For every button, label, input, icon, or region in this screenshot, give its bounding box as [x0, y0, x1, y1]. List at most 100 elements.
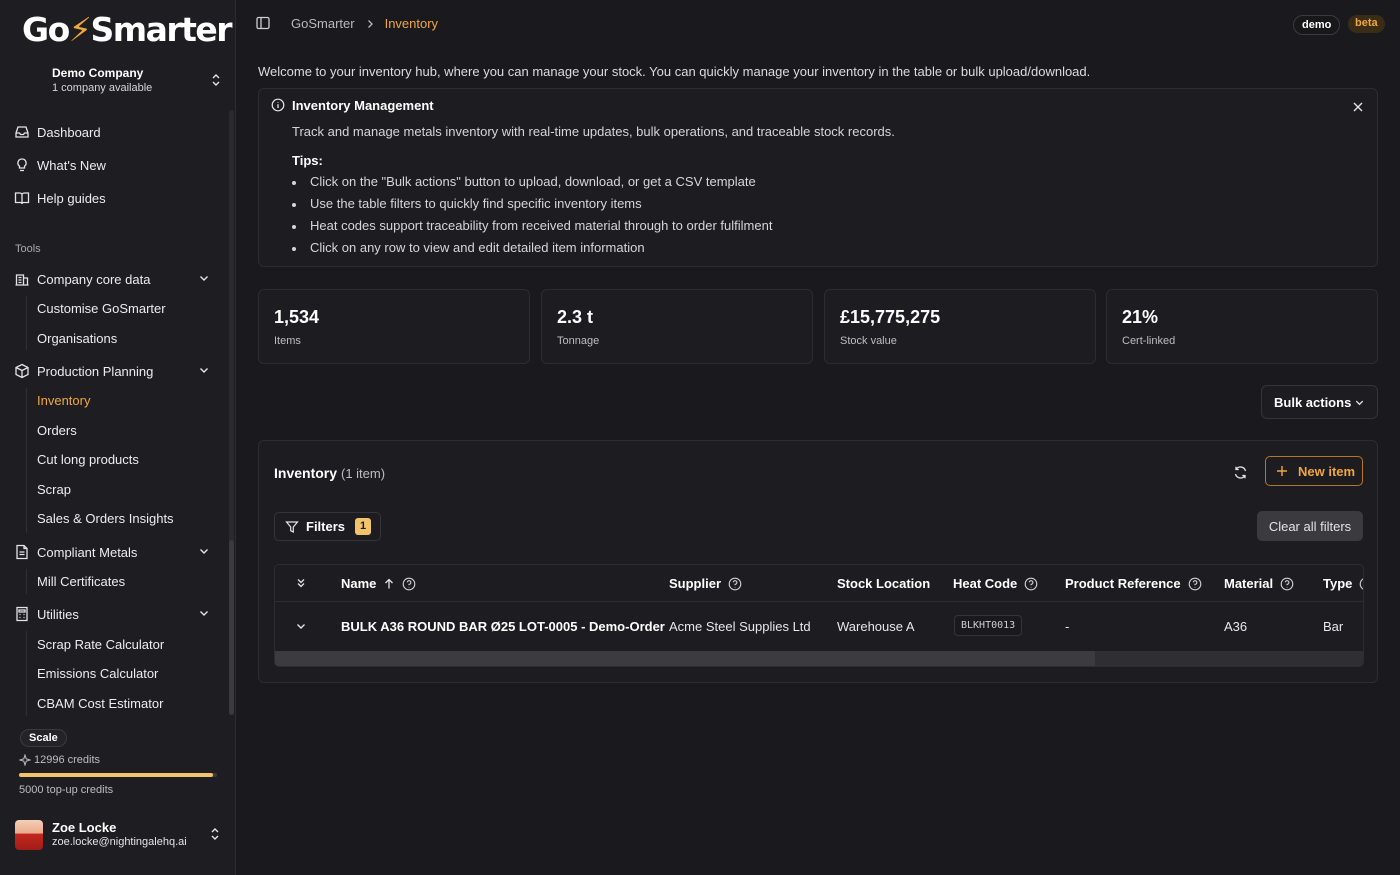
sidebar-item-organisations[interactable]: Organisations	[37, 331, 117, 346]
sidebar-item-cbam-cost-estimator[interactable]: CBAM Cost Estimator	[37, 696, 163, 711]
calculator-icon	[16, 606, 28, 622]
new-item-label: New item	[1298, 463, 1356, 479]
help-circle-icon[interactable]	[728, 577, 742, 591]
stat-card-stock-value: £15,775,275 Stock value	[824, 289, 1096, 364]
sidebar-group-production-planning[interactable]: Production Planning	[14, 359, 220, 383]
sidebar-group-utilities[interactable]: Utilities	[14, 602, 220, 626]
submenu-line	[26, 569, 27, 594]
sidebar-item-whats-new[interactable]: What's New	[14, 153, 220, 177]
cell-name: BULK A36 ROUND BAR Ø25 LOT-0005 - Demo-O…	[341, 619, 665, 634]
tips-list: Click on the "Bulk actions" button to up…	[292, 173, 772, 261]
sidebar-item-help-guides[interactable]: Help guides	[14, 186, 220, 210]
column-label: Supplier	[669, 576, 722, 591]
column-header-type[interactable]: Type	[1323, 576, 1364, 591]
sidebar-toggle-icon[interactable]	[256, 16, 270, 30]
sidebar-item-mill-certificates[interactable]: Mill Certificates	[37, 574, 125, 589]
info-icon	[271, 98, 285, 112]
column-label: Stock Location	[837, 576, 931, 591]
sidebar-item-sales-orders-insights[interactable]: Sales & Orders Insights	[37, 511, 174, 526]
filters-button[interactable]: Filters 1	[274, 512, 381, 541]
refresh-icon[interactable]	[1233, 465, 1248, 480]
cell-stock-location: Warehouse A	[837, 619, 915, 634]
stat-label: Items	[274, 335, 301, 347]
breadcrumb-current: Inventory	[384, 16, 439, 31]
chevrons-up-down-icon	[212, 74, 220, 86]
sidebar-item-scrap[interactable]: Scrap	[37, 482, 71, 497]
demo-badge: demo	[1293, 15, 1341, 35]
company-name: Demo Company	[52, 66, 144, 80]
filters-label: Filters	[306, 519, 346, 534]
gosmarter-logo[interactable]: Go⚡Smarter	[22, 10, 233, 49]
tips-heading: Tips:	[292, 153, 323, 168]
section-label-tools: Tools	[15, 243, 41, 255]
breadcrumb-root[interactable]: GoSmarter	[291, 16, 355, 31]
column-header-stock-location[interactable]: Stock Location	[837, 576, 930, 591]
inventory-card: Inventory (1 item) New item Filters 1 Cl…	[258, 440, 1378, 683]
help-circle-icon[interactable]	[1359, 577, 1364, 591]
chevrons-down-icon[interactable]	[295, 577, 307, 589]
sidebar-item-orders[interactable]: Orders	[37, 423, 77, 438]
stat-label: Stock value	[840, 335, 897, 347]
cell-product-reference: -	[1065, 619, 1070, 634]
column-label: Heat Code	[953, 576, 1018, 591]
stat-card-tonnage: 2.3 t Tonnage	[541, 289, 813, 364]
sidebar-group-label: Utilities	[37, 606, 79, 622]
sidebar-item-scrap-rate-calculator[interactable]: Scrap Rate Calculator	[37, 637, 164, 652]
sidebar-item-dashboard[interactable]: Dashboard	[14, 120, 220, 144]
chevrons-up-down-icon	[211, 828, 219, 840]
help-circle-icon[interactable]	[402, 577, 416, 591]
sidebar-item-customise-gosmarter[interactable]: Customise GoSmarter	[37, 301, 166, 316]
table-header: Name Supplier Stock Location Heat Code P…	[275, 565, 1364, 602]
company-switcher[interactable]: Demo Company 1 company available	[52, 66, 222, 94]
table-row[interactable]: BULK A36 ROUND BAR Ø25 LOT-0005 - Demo-O…	[275, 602, 1363, 651]
new-item-button[interactable]: New item	[1265, 456, 1363, 486]
credits-progress-bar	[19, 773, 217, 777]
chevron-down-icon	[200, 611, 208, 616]
sidebar-group-company-core-data[interactable]: Company core data	[14, 267, 220, 291]
sidebar-group-label: Company core data	[37, 271, 151, 287]
sidebar-item-inventory[interactable]: Inventory	[37, 393, 90, 408]
sidebar-item-label: Help guides	[37, 190, 106, 206]
inventory-title: Inventory	[274, 465, 338, 481]
cell-material: A36	[1224, 619, 1248, 634]
tip-item: Use the table filters to quickly find sp…	[292, 195, 772, 217]
user-menu[interactable]: Zoe Locke zoe.locke@nightingalehq.ai	[15, 818, 225, 854]
avatar	[15, 820, 43, 850]
sidebar-group-compliant-metals[interactable]: Compliant Metals	[14, 540, 220, 564]
submenu-line	[26, 631, 27, 716]
cell-type: Bar	[1323, 619, 1344, 634]
scrollbar-thumb[interactable]	[275, 651, 1095, 666]
tip-item: Click on any row to view and edit detail…	[292, 239, 772, 261]
sidebar-item-emissions-calculator[interactable]: Emissions Calculator	[37, 666, 158, 681]
plus-icon	[1277, 466, 1287, 476]
column-header-product-reference[interactable]: Product Reference	[1065, 576, 1202, 591]
tip-item: Click on the "Bulk actions" button to up…	[292, 173, 772, 195]
filters-count-badge: 1	[355, 518, 371, 535]
table-horizontal-scrollbar[interactable]	[275, 651, 1363, 666]
help-circle-icon[interactable]	[1280, 577, 1294, 591]
bulk-actions-label: Bulk actions	[1274, 394, 1352, 410]
column-label: Product Reference	[1065, 576, 1181, 591]
sidebar-group-label: Production Planning	[37, 363, 154, 379]
lightbulb-icon	[17, 158, 27, 172]
sidebar-item-cut-long-products[interactable]: Cut long products	[37, 452, 139, 467]
clear-all-filters-button[interactable]: Clear all filters	[1257, 511, 1363, 541]
stat-value: 1,534	[274, 307, 320, 327]
close-icon[interactable]	[1352, 101, 1364, 113]
info-callout: Inventory Management Track and manage me…	[258, 88, 1378, 267]
file-text-icon	[16, 544, 28, 560]
beta-badge: beta	[1348, 15, 1385, 33]
column-header-heat-code[interactable]: Heat Code	[953, 576, 1038, 591]
bulk-actions-button[interactable]: Bulk actions	[1261, 385, 1378, 419]
filter-icon	[285, 520, 299, 533]
sidebar-scrollbar[interactable]	[229, 110, 234, 715]
welcome-text: Welcome to your inventory hub, where you…	[258, 64, 1091, 79]
help-circle-icon[interactable]	[1024, 577, 1038, 591]
cell-heat-code: BLKHT0013	[954, 615, 1023, 636]
column-header-name[interactable]: Name	[341, 576, 416, 591]
column-header-supplier[interactable]: Supplier	[669, 576, 742, 591]
help-circle-icon[interactable]	[1188, 577, 1202, 591]
chevron-down-icon[interactable]	[295, 620, 307, 632]
column-header-material[interactable]: Material	[1224, 576, 1294, 591]
submenu-line	[26, 388, 27, 533]
